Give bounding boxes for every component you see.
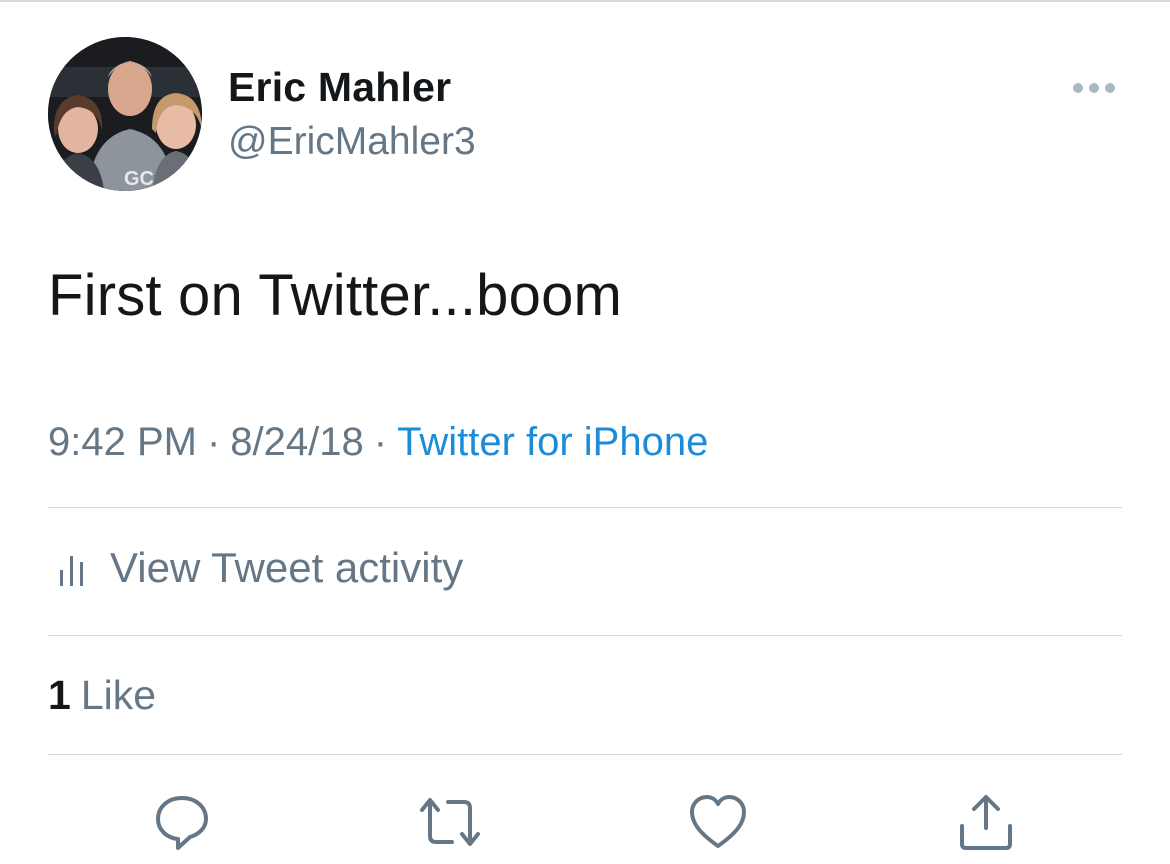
like-button[interactable]: [686, 790, 750, 854]
retweet-arrows-icon: [420, 798, 480, 846]
divider: [48, 507, 1122, 508]
tweet-source-link[interactable]: Twitter for iPhone: [397, 420, 708, 464]
meta-separator: ·: [373, 420, 388, 464]
avatar[interactable]: GC: [48, 37, 202, 191]
display-name[interactable]: Eric Mahler: [228, 64, 451, 111]
tweet-text: First on Twitter...boom: [48, 263, 623, 328]
meta-separator: ·: [206, 420, 221, 464]
like-label: Like: [80, 672, 157, 718]
tweet-time: 9:42 PM: [48, 420, 197, 464]
profile-photo-icon: GC: [48, 37, 202, 191]
heart-icon: [690, 795, 746, 848]
svg-text:GC: GC: [124, 168, 154, 190]
reply-button[interactable]: [150, 790, 214, 854]
more-dots-icon: [1073, 83, 1115, 93]
divider: [48, 635, 1122, 636]
tweet-date: 8/24/18: [230, 420, 364, 464]
tweet-meta: 9:42 PM · 8/24/18 · Twitter for iPhone: [48, 420, 708, 465]
speech-bubble-icon: [156, 796, 208, 850]
view-tweet-activity-button[interactable]: View Tweet activity: [48, 540, 463, 596]
share-arrow-icon: [960, 795, 1012, 850]
view-tweet-activity-label: View Tweet activity: [110, 544, 464, 591]
retweet-button[interactable]: [418, 790, 482, 854]
more-options-button[interactable]: [1068, 72, 1120, 104]
divider: [48, 754, 1122, 755]
top-divider: [0, 0, 1170, 2]
analytics-bars-icon: [60, 556, 83, 586]
likes-summary[interactable]: 1 Like: [48, 672, 156, 719]
like-count: 1: [48, 672, 71, 718]
share-button[interactable]: [954, 790, 1018, 854]
user-handle[interactable]: @EricMahler3: [228, 120, 476, 164]
